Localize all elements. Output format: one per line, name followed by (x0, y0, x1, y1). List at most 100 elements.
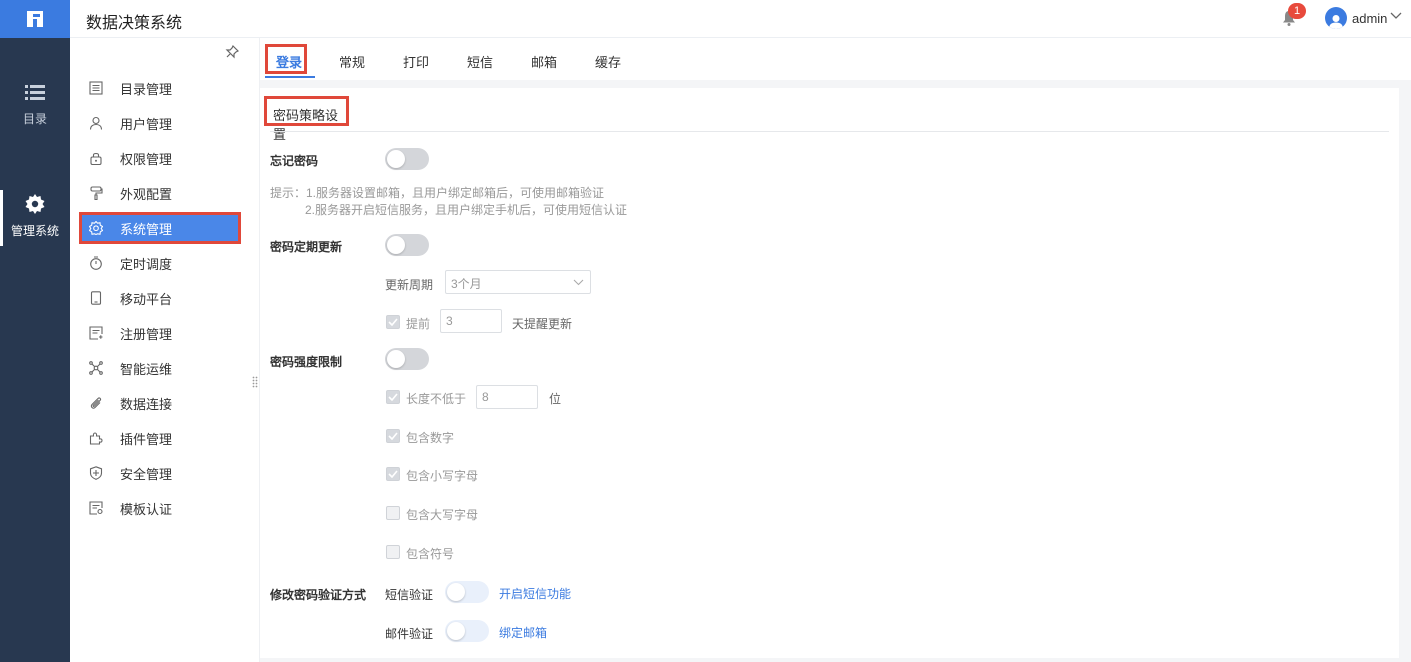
lock-icon (88, 150, 104, 166)
hint-line-2: 2.服务器开启短信服务，且用户绑定手机后，可使用短信认证 (305, 203, 628, 217)
sidebar-item-registration[interactable]: 注册管理 (80, 318, 240, 348)
remind-checkbox[interactable] (386, 315, 400, 329)
rail-item-catalog[interactable]: 目录 (0, 84, 70, 127)
sms-verify-label: 短信验证 (385, 588, 434, 602)
symbols-label: 包含符号 (406, 547, 455, 561)
sidebar-item-permissions[interactable]: 权限管理 (80, 143, 240, 173)
avatar[interactable] (1325, 7, 1347, 29)
remind-suffix: 天提醒更新 (512, 317, 573, 331)
forgot-password-switch[interactable] (385, 148, 429, 170)
sidebar-item-label: 外观配置 (120, 186, 173, 202)
sidebar-item-security[interactable]: 安全管理 (80, 458, 240, 488)
lowercase-checkbox[interactable] (386, 467, 400, 481)
forgot-password-label: 忘记密码 (270, 154, 319, 168)
active-tab-underline (265, 76, 315, 78)
catalog-icon (88, 80, 104, 96)
pin-icon[interactable] (225, 45, 239, 59)
main-content: 登录 常规 打印 短信 邮箱 缓存 密码策略设置 忘记密码 提示：1.服务器设置… (260, 38, 1411, 662)
chevron-down-icon[interactable] (1390, 12, 1402, 20)
user-avatar-icon (1329, 15, 1343, 29)
drag-handle-icon[interactable] (252, 376, 258, 388)
puzzle-icon (88, 430, 104, 446)
min-length-label: 长度不低于 (406, 392, 467, 406)
min-length-input[interactable]: 8 (476, 385, 538, 409)
certificate-icon (88, 500, 104, 516)
min-length-checkbox[interactable] (386, 390, 400, 404)
remind-days-input[interactable]: 3 (440, 309, 502, 333)
notification-badge: 1 (1288, 3, 1306, 19)
sidebar-item-label: 移动平台 (120, 291, 173, 307)
sidebar-item-label: 系统管理 (120, 221, 173, 237)
sidebar-item-label: 插件管理 (120, 431, 173, 447)
digits-label: 包含数字 (406, 431, 455, 445)
top-header: 数据决策系统 1 admin (70, 0, 1411, 38)
sidebar-item-label: 模板认证 (120, 501, 173, 517)
email-verify-label: 邮件验证 (385, 627, 434, 641)
gear-icon (25, 194, 45, 214)
tab-general[interactable]: 常规 (339, 52, 365, 71)
tab-cache[interactable]: 缓存 (595, 52, 621, 71)
periodic-update-label: 密码定期更新 (270, 240, 343, 254)
check-icon (388, 393, 398, 401)
left-rail: 目录 管理系统 (0, 0, 70, 662)
sidebar-item-plugins[interactable]: 插件管理 (80, 423, 240, 453)
tab-sms[interactable]: 短信 (467, 52, 493, 71)
lowercase-label: 包含小写字母 (406, 469, 479, 483)
sidebar-item-ops[interactable]: 智能运维 (80, 353, 240, 383)
sidebar-item-system[interactable]: 系统管理 (79, 212, 241, 244)
uppercase-checkbox[interactable] (386, 506, 400, 520)
register-icon (88, 325, 104, 341)
sidebar-item-mobile[interactable]: 移动平台 (80, 283, 240, 313)
sidebar-item-label: 用户管理 (120, 116, 173, 132)
remind-label: 提前 (406, 317, 431, 331)
sidebar-item-appearance[interactable]: 外观配置 (80, 178, 240, 208)
paint-roller-icon (88, 185, 104, 201)
email-verify-switch[interactable] (445, 620, 489, 642)
rail-item-admin[interactable]: 管理系统 (0, 190, 70, 246)
app-title: 数据决策系统 (86, 15, 183, 32)
update-period-value: 3个月 (451, 277, 482, 291)
sidebar-item-label: 安全管理 (120, 466, 173, 482)
sidebar-item-schedule[interactable]: 定时调度 (80, 248, 240, 278)
list-icon (25, 85, 45, 100)
sidebar-item-label: 智能运维 (120, 361, 173, 377)
sidebar-item-label: 目录管理 (120, 81, 173, 97)
password-policy-panel: 密码策略设置 忘记密码 提示：1.服务器设置邮箱，且用户绑定邮箱后，可使用邮箱验… (260, 88, 1399, 658)
tab-login[interactable]: 登录 (276, 52, 302, 71)
symbols-checkbox[interactable] (386, 545, 400, 559)
tab-mailbox[interactable]: 邮箱 (531, 52, 557, 71)
update-period-label: 更新周期 (385, 278, 434, 292)
logo-icon (27, 11, 43, 27)
sidebar-item-label: 数据连接 (120, 396, 173, 412)
tab-print[interactable]: 打印 (403, 52, 429, 71)
paperclip-icon (88, 395, 104, 411)
username[interactable]: admin (1352, 11, 1387, 26)
sms-verify-switch[interactable] (445, 581, 489, 603)
sidebar-item-data-connection[interactable]: 数据连接 (80, 388, 240, 418)
chevron-down-icon (573, 279, 584, 286)
digits-checkbox[interactable] (386, 429, 400, 443)
change-verify-label: 修改密码验证方式 (270, 588, 367, 602)
sidebar-item-users[interactable]: 用户管理 (80, 108, 240, 138)
user-icon (88, 115, 104, 131)
rail-item-label: 管理系统 (10, 224, 59, 238)
network-icon (88, 360, 104, 376)
uppercase-label: 包含大写字母 (406, 508, 479, 522)
rail-item-label: 目录 (22, 112, 47, 126)
mobile-icon (88, 290, 104, 306)
strength-switch[interactable] (385, 348, 429, 370)
timer-icon (88, 255, 104, 271)
enable-sms-link[interactable]: 开启短信功能 (499, 585, 571, 602)
periodic-update-switch[interactable] (385, 234, 429, 256)
shield-icon (88, 465, 104, 481)
app-logo[interactable] (0, 0, 70, 38)
check-icon (388, 470, 398, 478)
check-icon (388, 432, 398, 440)
section-title: 密码策略设置 (264, 96, 349, 142)
settings-tabs: 登录 常规 打印 短信 邮箱 缓存 (260, 38, 1411, 80)
bind-email-link[interactable]: 绑定邮箱 (499, 624, 547, 641)
update-period-select[interactable]: 3个月 (445, 270, 591, 294)
strength-label: 密码强度限制 (270, 355, 343, 369)
sidebar-item-template-cert[interactable]: 模板认证 (80, 493, 240, 523)
sidebar-item-catalog[interactable]: 目录管理 (80, 73, 240, 103)
